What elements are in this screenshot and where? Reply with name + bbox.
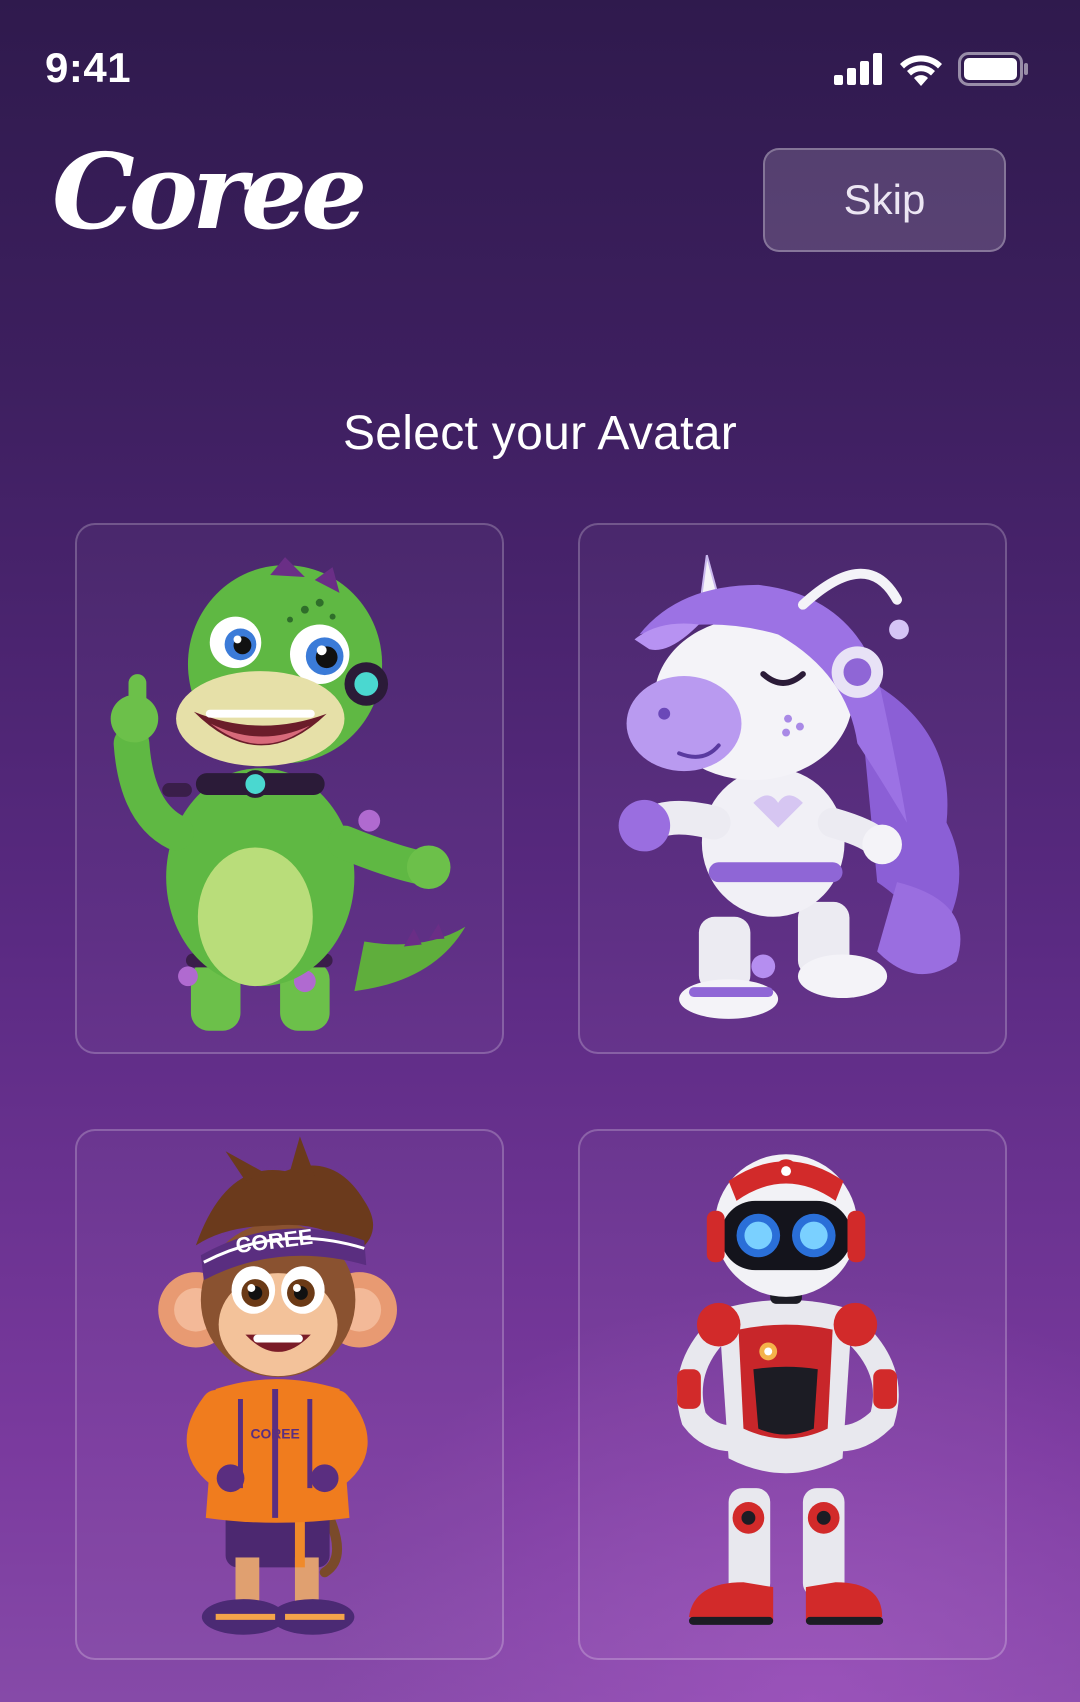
status-time: 9:41 — [45, 44, 132, 91]
cellular-signal-icon — [834, 53, 882, 85]
coree-logo: Coree — [52, 130, 367, 253]
jacket-logo-text: COREE — [250, 1426, 299, 1442]
dinosaur-avatar-image — [110, 557, 466, 1031]
wifi-icon — [900, 55, 942, 86]
skip-button[interactable]: Skip — [763, 148, 1006, 252]
robot-avatar-image — [677, 1154, 899, 1625]
status-icons — [834, 52, 1030, 86]
unicorn-avatar-image — [618, 554, 961, 1019]
battery-icon — [958, 52, 1028, 86]
monkey-avatar-image: COREE COREE — [158, 1136, 397, 1635]
avatar-selection-screen: 9:41 Coree Skip Select your Avatar COREE… — [0, 0, 1080, 1702]
avatar-card-monkey[interactable]: COREE COREE — [75, 1129, 504, 1660]
page-title: Select your Avatar — [342, 407, 738, 460]
avatar-card-robot[interactable] — [578, 1129, 1007, 1660]
avatar-card-unicorn[interactable] — [578, 523, 1007, 1054]
avatar-card-dinosaur[interactable] — [75, 523, 504, 1054]
status-bar: 9:41 — [0, 0, 1080, 140]
